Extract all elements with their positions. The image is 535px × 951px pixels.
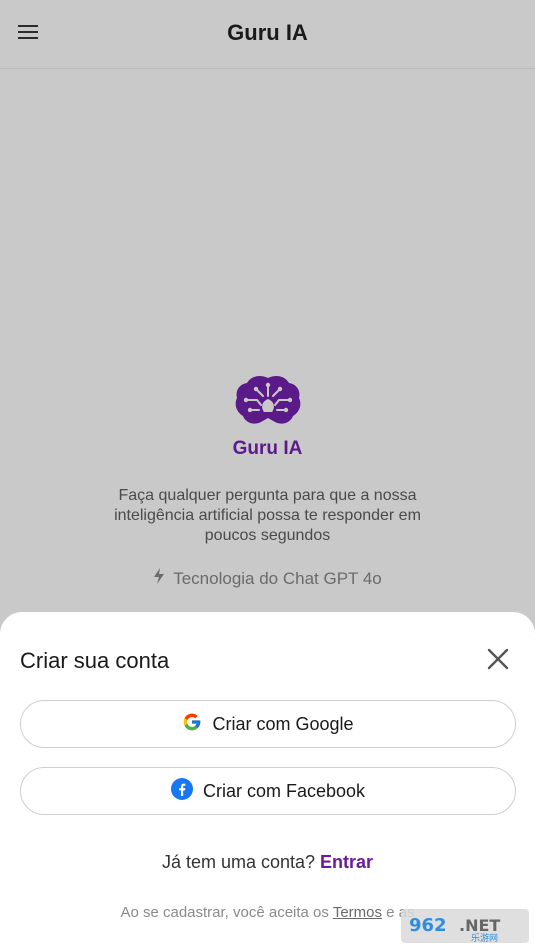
google-icon xyxy=(182,712,202,737)
login-link[interactable]: Entrar xyxy=(320,852,373,872)
facebook-icon xyxy=(170,777,193,805)
watermark-logo: 962 .NET 乐游网 xyxy=(401,907,529,945)
brand-name: Guru IA xyxy=(232,438,303,459)
bolt-icon xyxy=(153,568,165,589)
google-signup-button[interactable]: Criar com Google xyxy=(20,700,516,748)
login-prompt: Já tem uma conta? Entrar xyxy=(0,852,535,873)
svg-text:962: 962 xyxy=(409,915,447,936)
tech-info: Tecnologia do Chat GPT 4o xyxy=(0,568,535,589)
close-button[interactable] xyxy=(483,646,513,676)
login-prompt-text: Já tem uma conta? xyxy=(161,852,316,872)
brain-circuit-logo xyxy=(233,372,303,428)
page-title: Guru IA xyxy=(227,20,308,45)
top-app-bar: Guru IA xyxy=(0,0,535,69)
sheet-title: Criar sua conta xyxy=(20,648,170,673)
facebook-signup-button[interactable]: Criar com Facebook xyxy=(20,767,516,815)
svg-text:乐游网: 乐游网 xyxy=(471,932,498,944)
hero-section: Guru IA Faça qualquer pergunta para que … xyxy=(0,372,535,589)
svg-text:.NET: .NET xyxy=(459,916,500,935)
terms-prefix: Ao se cadastrar, você aceita os xyxy=(120,904,329,921)
app-description: Faça qualquer pergunta para que a nossa … xyxy=(114,487,421,544)
facebook-signup-label: Criar com Facebook xyxy=(202,780,366,801)
google-signup-label: Criar com Google xyxy=(212,713,354,734)
app-screen: Guru IA Guru IA Faça qualquer pergunta p… xyxy=(0,0,535,951)
close-icon xyxy=(487,648,509,675)
terms-link[interactable]: Termos xyxy=(333,904,382,921)
tech-label: Tecnologia do Chat GPT 4o xyxy=(173,568,382,588)
signup-bottom-sheet: Criar sua conta Criar com Google Criar c… xyxy=(0,612,535,951)
